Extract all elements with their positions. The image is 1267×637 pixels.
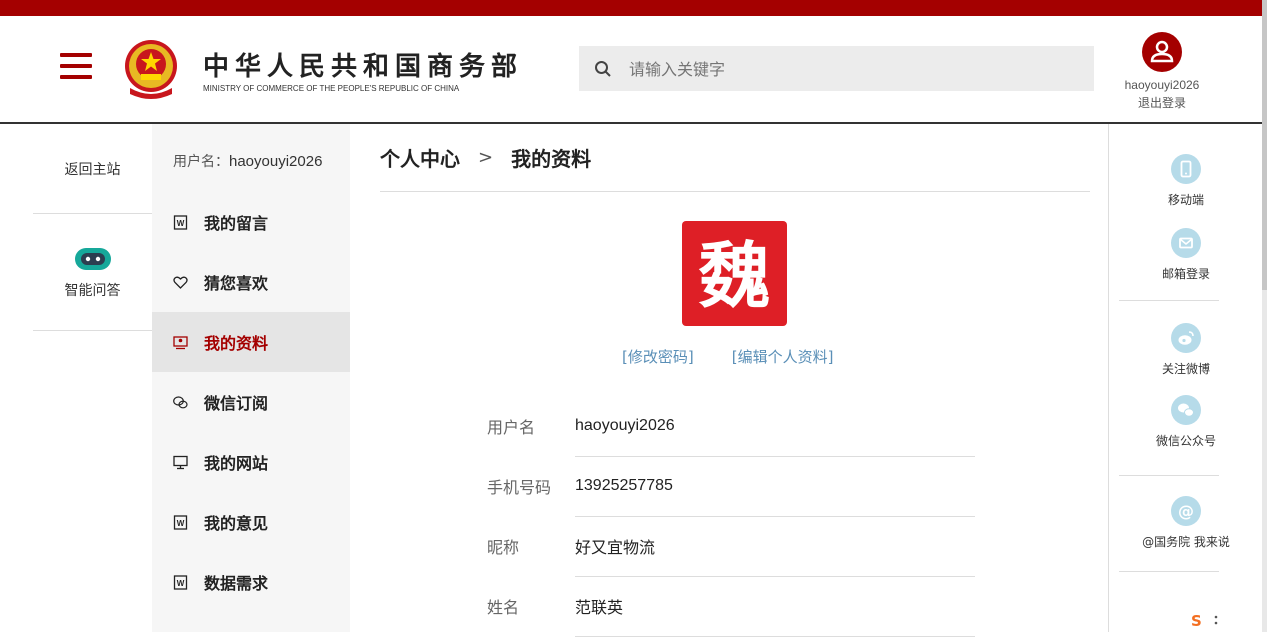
user-box: haoyouyi2026 退出登录 xyxy=(1118,32,1206,111)
at-icon: @ xyxy=(1178,502,1194,521)
sidebar-item-label: 我的网站 xyxy=(204,454,269,473)
svg-text:W: W xyxy=(177,579,185,588)
mail-login-link[interactable]: 邮箱登录 xyxy=(1109,208,1263,282)
field-label: 手机号码 xyxy=(487,478,552,497)
svg-text:S: S xyxy=(1191,612,1202,629)
document-icon: W xyxy=(173,574,188,590)
mobile-link[interactable]: 移动端 xyxy=(1109,124,1263,208)
field-label: 用户名 xyxy=(487,418,536,437)
avatar-char: 魏 xyxy=(698,234,770,318)
monitor-icon xyxy=(173,455,188,469)
field-value: 13925257785 xyxy=(575,456,975,517)
svg-text:@: @ xyxy=(1178,502,1194,521)
sidebar-item-data-request[interactable]: W 数据需求 xyxy=(152,552,350,612)
mail-login-label: 邮箱登录 xyxy=(1161,267,1210,281)
wechat-icon xyxy=(1178,403,1194,417)
info-row-realname: 姓名 范联英 xyxy=(487,576,975,637)
top-accent-bar xyxy=(0,0,1262,16)
mail-icon xyxy=(1179,237,1193,249)
mobile-icon xyxy=(1180,160,1192,178)
field-value: 范联英 xyxy=(575,576,975,637)
profile-icon xyxy=(173,335,188,349)
breadcrumb: 个人中心 > 我的资料 xyxy=(380,124,1090,192)
ai-qa-label: 智能问答 xyxy=(64,283,121,299)
wechat-icon xyxy=(173,395,188,408)
breadcrumb-current: 我的资料 xyxy=(511,147,592,171)
main-content: 个人中心 > 我的资料 魏 [修改密码] [编辑个人资料] 用户名 haoyouy… xyxy=(380,124,1090,637)
sidebar-item-label: 数据需求 xyxy=(204,574,269,593)
username-value: haoyouyi2026 xyxy=(229,153,323,170)
change-password-link[interactable]: [修改密码] xyxy=(622,348,694,366)
search-input[interactable] xyxy=(627,46,1081,93)
sidebar-item-label: 猜您喜欢 xyxy=(204,274,269,293)
sidebar-item-label: 我的意见 xyxy=(204,514,269,533)
sidebar-item-my-feedback[interactable]: W 我的意见 xyxy=(152,492,350,552)
ai-qa-link[interactable]: 智能问答 xyxy=(33,214,152,331)
breadcrumb-separator: > xyxy=(478,147,494,168)
national-emblem-logo xyxy=(125,40,177,99)
document-icon: W xyxy=(173,214,188,230)
mobile-label: 移动端 xyxy=(1167,193,1204,207)
profile-info: 用户名 haoyouyi2026 手机号码 13925257785 昵称 好又宜… xyxy=(487,396,975,637)
breadcrumb-root[interactable]: 个人中心 xyxy=(380,143,460,172)
field-label: 姓名 xyxy=(487,598,520,617)
menu-hamburger-icon[interactable] xyxy=(60,53,92,81)
sidebar-item-recommended[interactable]: 猜您喜欢 xyxy=(152,252,350,312)
left-column: 返回主站 智能问答 xyxy=(33,124,152,632)
sidebar-item-label: 我的留言 xyxy=(204,214,269,233)
info-row-nickname: 昵称 好又宜物流 xyxy=(487,516,975,577)
site-header: 中华人民共和国商务部 MINISTRY OF COMMERCE OF THE P… xyxy=(0,16,1262,124)
robot-icon xyxy=(74,248,111,270)
sidebar-username: 用户名：haoyouyi2026 xyxy=(152,124,350,192)
edit-profile-link[interactable]: [编辑个人资料] xyxy=(732,348,834,366)
document-icon: W xyxy=(173,514,188,530)
sidebar-item-wechat-subscribe[interactable]: 微信订阅 xyxy=(152,372,350,432)
search-icon[interactable] xyxy=(594,60,612,78)
sidebar-menu: 用户名：haoyouyi2026 W 我的留言 猜您喜欢 我的资料 微信订阅 我… xyxy=(152,124,350,632)
ministry-title-en: MINISTRY OF COMMERCE OF THE PEOPLE'S REP… xyxy=(203,84,460,93)
profile-avatar: 魏 xyxy=(682,221,787,326)
weibo-label: 关注微博 xyxy=(1161,362,1210,376)
field-value: haoyouyi2026 xyxy=(575,396,975,457)
header-username[interactable]: haoyouyi2026 xyxy=(1118,78,1206,92)
user-icon[interactable] xyxy=(1142,32,1182,72)
info-row-username: 用户名 haoyouyi2026 xyxy=(487,396,975,457)
profile-links: [修改密码] [编辑个人资料] xyxy=(622,346,833,367)
info-row-phone: 手机号码 13925257785 xyxy=(487,456,975,517)
weibo-icon xyxy=(1178,331,1194,345)
ministry-title-cn: 中华人民共和国商务部 xyxy=(203,52,524,82)
logout-link[interactable]: 退出登录 xyxy=(1118,94,1206,111)
wechat-official-label: 微信公众号 xyxy=(1155,434,1216,448)
sidebar-item-my-messages[interactable]: W 我的留言 xyxy=(152,192,350,252)
sidebar-item-label: 微信订阅 xyxy=(204,394,269,413)
search-box xyxy=(579,46,1094,93)
sidebar-item-my-website[interactable]: 我的网站 xyxy=(152,432,350,492)
svg-text:W: W xyxy=(177,519,185,528)
input-method-icon[interactable]: S xyxy=(1183,611,1223,629)
heart-icon xyxy=(173,276,188,289)
scrollbar-thumb[interactable] xyxy=(1262,0,1267,290)
sidebar-item-my-profile[interactable]: 我的资料 xyxy=(152,312,350,372)
back-home-link[interactable]: 返回主站 xyxy=(33,124,152,214)
username-label: 用户名： xyxy=(173,154,229,170)
state-council-label: @国务院 我来说 xyxy=(1142,535,1230,549)
sidebar-item-label: 我的资料 xyxy=(204,334,269,353)
right-column: 移动端 邮箱登录 关注微博 微信公众号 @ @国务院 我来说 xyxy=(1108,124,1263,632)
page-scrollbar[interactable] xyxy=(1262,0,1267,632)
svg-text:W: W xyxy=(177,219,185,228)
field-value: 好又宜物流 xyxy=(575,516,975,577)
field-label: 昵称 xyxy=(487,538,520,557)
weibo-link[interactable]: 关注微博 xyxy=(1109,301,1263,377)
state-council-link[interactable]: @ @国务院 我来说 xyxy=(1109,476,1263,550)
wechat-official-link[interactable]: 微信公众号 xyxy=(1109,377,1263,449)
